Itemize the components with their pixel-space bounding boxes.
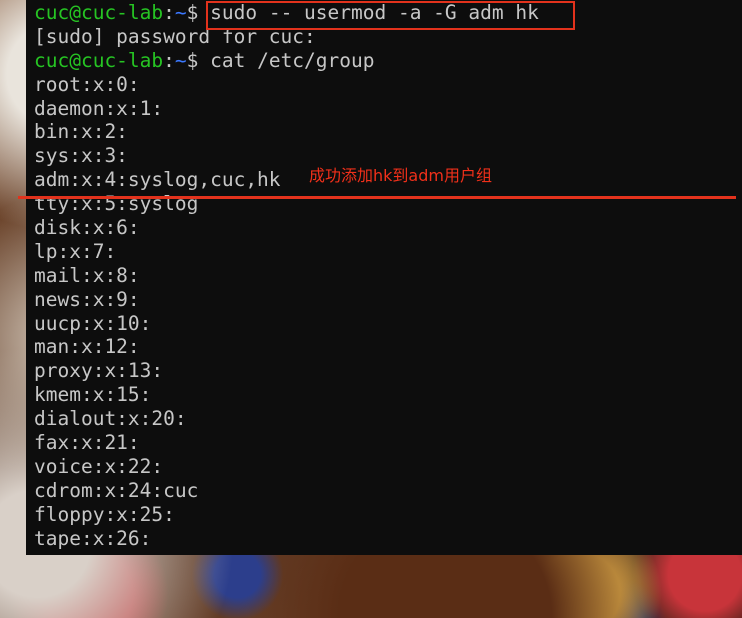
group-line-kmem: kmem:x:15: bbox=[34, 383, 152, 407]
prompt-symbol: $ bbox=[186, 48, 211, 72]
annotation-label: 成功添加hk到adm用户组 bbox=[309, 166, 492, 185]
annotation-underline bbox=[18, 196, 736, 199]
group-line-fax: fax:x:21: bbox=[34, 431, 140, 455]
group-line-lp: lp:x:7: bbox=[34, 239, 117, 263]
terminal-window[interactable]: cuc@cuc-lab:~$ sudo -- usermod -a -G adm… bbox=[26, 0, 742, 555]
prompt-separator: : bbox=[163, 48, 175, 72]
group-line-root: root:x:0: bbox=[34, 72, 140, 96]
command-text: cat /etc/group bbox=[210, 48, 375, 72]
prompt-path: ~ bbox=[174, 48, 187, 72]
group-line-cdrom: cdrom:x:24:cuc bbox=[34, 478, 199, 502]
group-line-news: news:x:9: bbox=[34, 287, 140, 311]
group-line-tape: tape:x:26: bbox=[34, 526, 152, 550]
prompt-user-host: cuc@cuc-lab bbox=[34, 48, 164, 72]
command-line-cat: cuc@cuc-lab:~$ cat /etc/group bbox=[34, 49, 742, 73]
group-line-voice: voice:x:22: bbox=[34, 454, 164, 478]
prompt-separator: : bbox=[163, 1, 175, 24]
prompt-symbol: $ bbox=[186, 1, 211, 24]
command-line-usermod: cuc@cuc-lab:~$ sudo -- usermod -a -G adm… bbox=[34, 1, 742, 25]
group-line-floppy: floppy:x:25: bbox=[34, 502, 175, 526]
group-line-daemon: daemon:x:1: bbox=[34, 96, 164, 120]
group-line-uucp: uucp:x:10: bbox=[34, 311, 152, 335]
command-text: sudo -- usermod -a -G adm hk bbox=[210, 1, 539, 24]
group-line-disk: disk:x:6: bbox=[34, 216, 140, 240]
group-line-man: man:x:12: bbox=[34, 335, 140, 359]
group-line-dialout: dialout:x:20: bbox=[34, 407, 187, 431]
prompt-path: ~ bbox=[174, 1, 187, 24]
group-line-bin: bin:x:2: bbox=[34, 120, 128, 144]
sudo-password-prompt: [sudo] password for cuc: bbox=[34, 24, 316, 48]
group-line-proxy: proxy:x:13: bbox=[34, 359, 164, 383]
group-line-mail: mail:x:8: bbox=[34, 263, 140, 287]
terminal-output: cuc@cuc-lab:~$ sudo -- usermod -a -G adm… bbox=[34, 1, 742, 555]
prompt-user-host: cuc@cuc-lab bbox=[34, 1, 164, 24]
